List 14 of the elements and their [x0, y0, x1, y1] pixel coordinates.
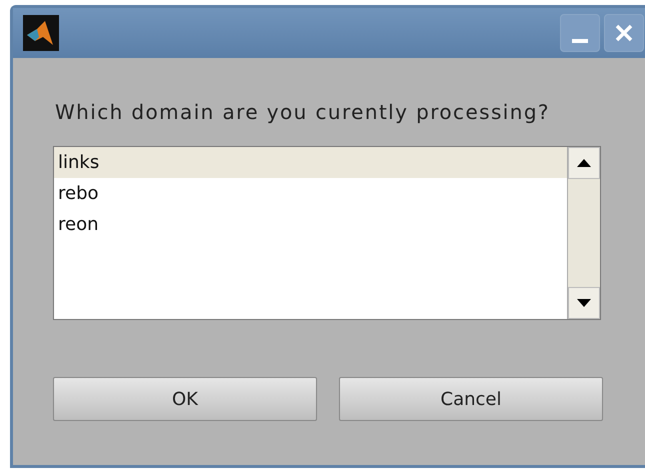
scrollbar[interactable] [567, 147, 600, 319]
scroll-down-icon[interactable] [577, 299, 591, 307]
minimize-icon [572, 39, 588, 43]
scroll-up-icon[interactable] [577, 159, 591, 167]
minimize-button[interactable] [560, 14, 600, 52]
dialog-button[interactable]: Cancel [339, 377, 603, 421]
list-item[interactable]: links [54, 147, 567, 178]
close-button[interactable] [604, 14, 644, 52]
list-item[interactable]: rebo [54, 178, 567, 209]
dialog-button[interactable]: OK [53, 377, 317, 421]
close-icon [614, 23, 634, 43]
prompt-text: Which domain are you curently processing? [55, 100, 551, 124]
app-logo-icon [23, 15, 59, 51]
list-item[interactable]: reon [54, 209, 567, 240]
